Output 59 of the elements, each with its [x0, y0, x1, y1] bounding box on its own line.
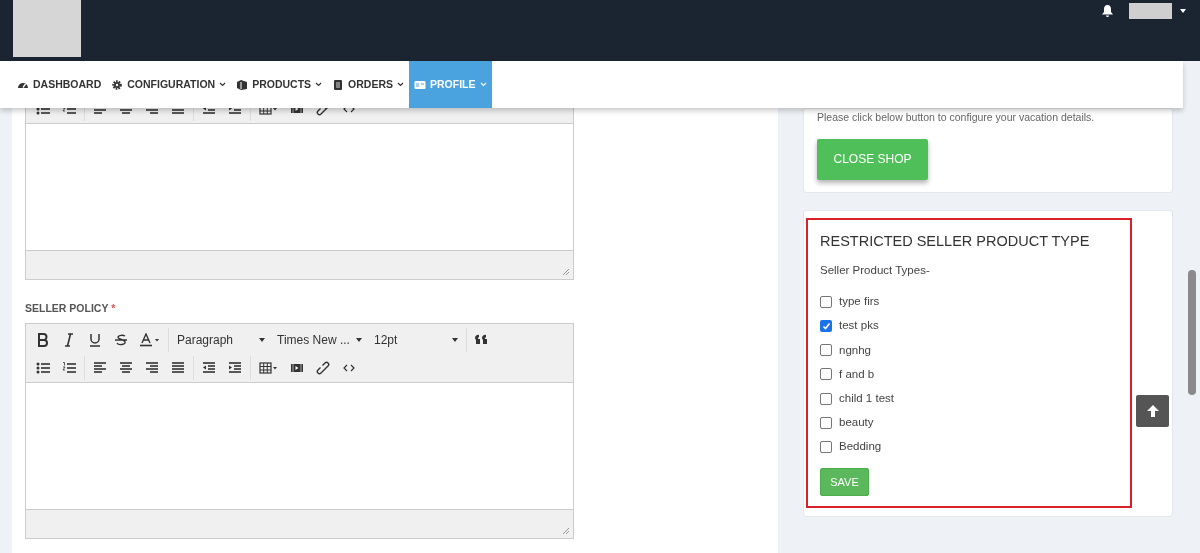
checkbox-label: test pks: [839, 318, 879, 334]
align-left-icon: [93, 360, 107, 375]
format-dropdown[interactable]: Paragraph: [171, 327, 271, 352]
format-dropdown[interactable]: Times New ...: [271, 327, 368, 352]
nav-tab[interactable]: ORDERS: [327, 61, 409, 108]
checkbox-label: Bedding: [839, 439, 882, 455]
bullet-list-icon: [36, 360, 50, 375]
caret-icon: [259, 337, 265, 342]
align-justify-icon: [171, 360, 185, 375]
numbered-list-icon: [62, 360, 76, 375]
scroll-to-top-button[interactable]: [1136, 395, 1169, 427]
checkbox-label: child 1 test: [839, 390, 894, 406]
resize-handle-icon[interactable]: [562, 268, 570, 276]
clipboard-icon: [332, 78, 345, 91]
section-subtitle: Seller Product Types-: [820, 262, 931, 278]
caret-icon[interactable]: [1180, 9, 1186, 13]
checkbox[interactable]: [820, 440, 832, 453]
indent-icon: [228, 360, 242, 375]
chevron-down-icon: [397, 82, 404, 87]
table-icon: [259, 360, 278, 375]
chevron-down-icon: [479, 82, 487, 87]
nav-tab[interactable]: CONFIGURATION: [106, 61, 232, 108]
scrollbar-thumb[interactable]: [1188, 270, 1196, 395]
vacation-description: Please click below button to configure your vacation details.: [817, 110, 1096, 125]
gear-icon: [111, 78, 124, 91]
bold-icon: [36, 332, 50, 347]
caret-icon: [452, 337, 458, 342]
text-color-icon: [140, 332, 160, 347]
chevron-down-icon: [315, 82, 323, 87]
checkbox[interactable]: [820, 344, 832, 357]
outdent-icon: [202, 360, 216, 375]
arrow-up-icon: [1145, 404, 1160, 418]
italic-icon: [62, 332, 76, 347]
quote-icon: [475, 332, 489, 347]
checkbox[interactable]: [820, 416, 832, 429]
field-label: SELLER POLICY *: [25, 301, 117, 316]
bell-icon[interactable]: [1102, 5, 1113, 17]
format-dropdown[interactable]: 12pt: [368, 327, 464, 352]
checkbox-label: beauty: [839, 415, 874, 431]
checkbox[interactable]: [820, 320, 832, 333]
underline-icon: [88, 332, 102, 347]
link-icon: [316, 360, 330, 375]
align-center-icon: [119, 360, 133, 375]
checkbox-label: f and b: [839, 366, 875, 382]
checkbox-label: ngnhg: [839, 342, 871, 358]
checkbox-label: type firs: [839, 294, 880, 310]
resize-handle-icon[interactable]: [562, 526, 570, 535]
caret-icon: [356, 337, 362, 342]
checkbox[interactable]: [820, 295, 832, 308]
section-title: RESTRICTED SELLER PRODUCT TYPE: [820, 231, 1091, 251]
id-card-icon: [414, 78, 426, 91]
chevron-down-icon: [219, 82, 227, 87]
checkbox[interactable]: [820, 392, 832, 405]
strikethrough-icon: [114, 332, 128, 347]
nav-tab[interactable]: DASHBOARD: [12, 61, 107, 108]
checkbox[interactable]: [820, 368, 832, 381]
box-icon: [236, 78, 249, 91]
nav-tab[interactable]: PRODUCTS: [231, 61, 328, 108]
align-right-icon: [145, 360, 159, 375]
